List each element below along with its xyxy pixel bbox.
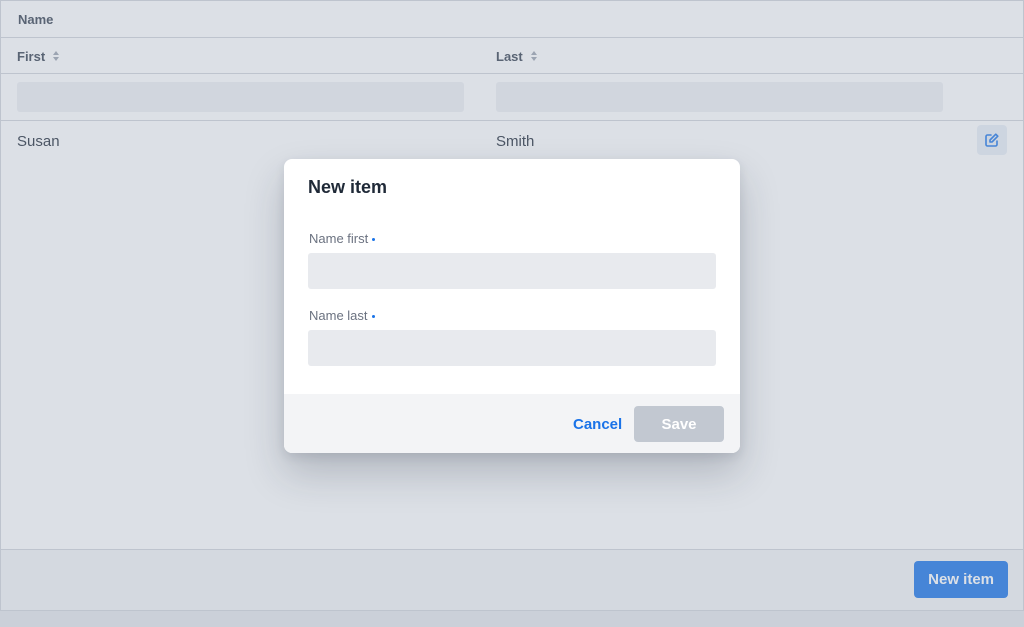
dialog-title: New item (308, 177, 388, 197)
name-first-label: Name first (309, 231, 376, 246)
name-last-input[interactable] (308, 330, 716, 366)
dialog-footer: Cancel Save (284, 394, 740, 453)
cancel-button[interactable]: Cancel (569, 406, 626, 442)
save-button[interactable]: Save (634, 406, 724, 442)
field-label-text: Name first (309, 231, 369, 246)
name-first-input[interactable] (308, 253, 716, 289)
name-last-label: Name last (309, 308, 375, 323)
required-indicator-icon (371, 314, 375, 318)
page: Name First Last Susan Smith New item New… (0, 0, 1024, 627)
field-label-text: Name last (309, 308, 368, 323)
required-indicator-icon (372, 237, 376, 241)
new-item-dialog: New item Name first Name last Cancel Sav… (284, 159, 740, 453)
